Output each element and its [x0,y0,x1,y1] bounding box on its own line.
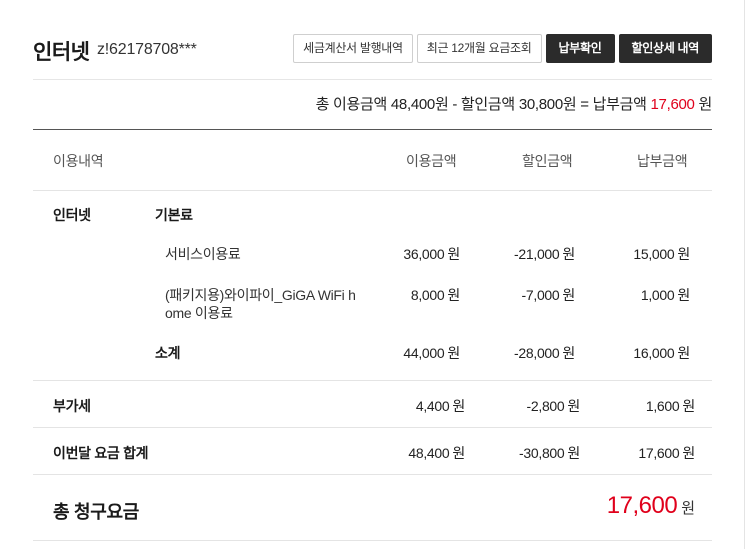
row-divider [33,540,712,541]
subtotal-discount: -28,000 원 [514,345,575,361]
summary-unit: 원 [434,96,449,113]
summary-unit: 원 [562,96,577,113]
row-item-name: 서비스이용료 [165,246,241,262]
col-header-usage: 이용금액 [406,153,457,169]
row-item-name-line2: ome 이용료 [165,305,233,321]
col-header-detail: 이용내역 [53,153,104,169]
row-payment: 1,000 원 [640,287,690,303]
page-title: 인터넷 [33,41,90,64]
summary-usage-label: 총 이용금액 [315,96,388,113]
grand-total-label: 총 청구요금 [53,502,140,522]
col-header-discount: 할인금액 [522,153,573,169]
row-discount: -21,000 원 [514,246,575,262]
row-usage: 8,000 원 [410,287,460,303]
row-discount: -7,000 원 [521,287,576,303]
row-usage: 36,000 원 [403,246,460,262]
row-payment: 15,000 원 [633,246,690,262]
grand-total-amount: 17,600 원 [607,492,695,520]
summary-unit: 원 [698,96,712,113]
grand-total-unit: 원 [681,500,695,517]
vat-usage: 4,400 원 [415,398,465,414]
month-total-payment: 17,600 원 [638,445,695,461]
subtotal-usage: 44,000 원 [403,345,460,361]
group-basic-fee-label: 기본료 [155,207,193,223]
discount-detail-button[interactable]: 할인상세 내역 [618,34,712,63]
subtotal-label: 소계 [155,345,181,361]
subtotal-payment: 16,000 원 [633,345,690,361]
summary-equals: = [576,96,593,113]
amount-summary: 총 이용금액 48,400원 - 할인금액 30,800원 = 납부금액 17,… [315,93,713,114]
month-total-usage: 48,400 원 [408,445,465,461]
summary-divider [33,129,712,130]
row-item-name-line1: (패키지용)와이파이_GiGA WiFi h [165,287,356,303]
tax-invoice-history-button[interactable]: 세금계산서 발행내역 [293,34,413,63]
summary-pay-amount: 17,600 [650,96,695,113]
row-divider [33,427,712,428]
section-internet-label: 인터넷 [53,207,91,223]
summary-pay-label: 납부금액 [592,96,647,113]
summary-discount-label: 할인금액 [460,96,515,113]
grand-total-value: 17,600 [606,492,678,519]
summary-minus: - [448,96,461,113]
bill-header: 인터넷 z!62178708*** 세금계산서 발행내역 최근 12개월 요금조… [33,28,712,80]
row-divider [33,190,712,191]
col-header-payment: 납부금액 [637,153,688,169]
summary-discount-amount: 30,800 [518,96,563,113]
vat-payment: 1,600 원 [645,398,695,414]
recent-12-months-button[interactable]: 최근 12개월 요금조회 [416,34,542,63]
header-button-group: 세금계산서 발행내역 최근 12개월 요금조회 납부확인 할인상세 내역 [293,34,712,63]
row-divider [33,474,712,475]
account-number: z!62178708*** [97,41,197,58]
vat-label: 부가세 [53,398,91,414]
month-total-discount: -30,800 원 [519,445,580,461]
row-divider [33,380,712,381]
payment-check-button[interactable]: 납부확인 [545,34,615,63]
vat-discount: -2,800 원 [526,398,581,414]
month-total-label: 이번달 요금 합계 [53,445,149,461]
summary-usage-amount: 48,400 [390,96,435,113]
